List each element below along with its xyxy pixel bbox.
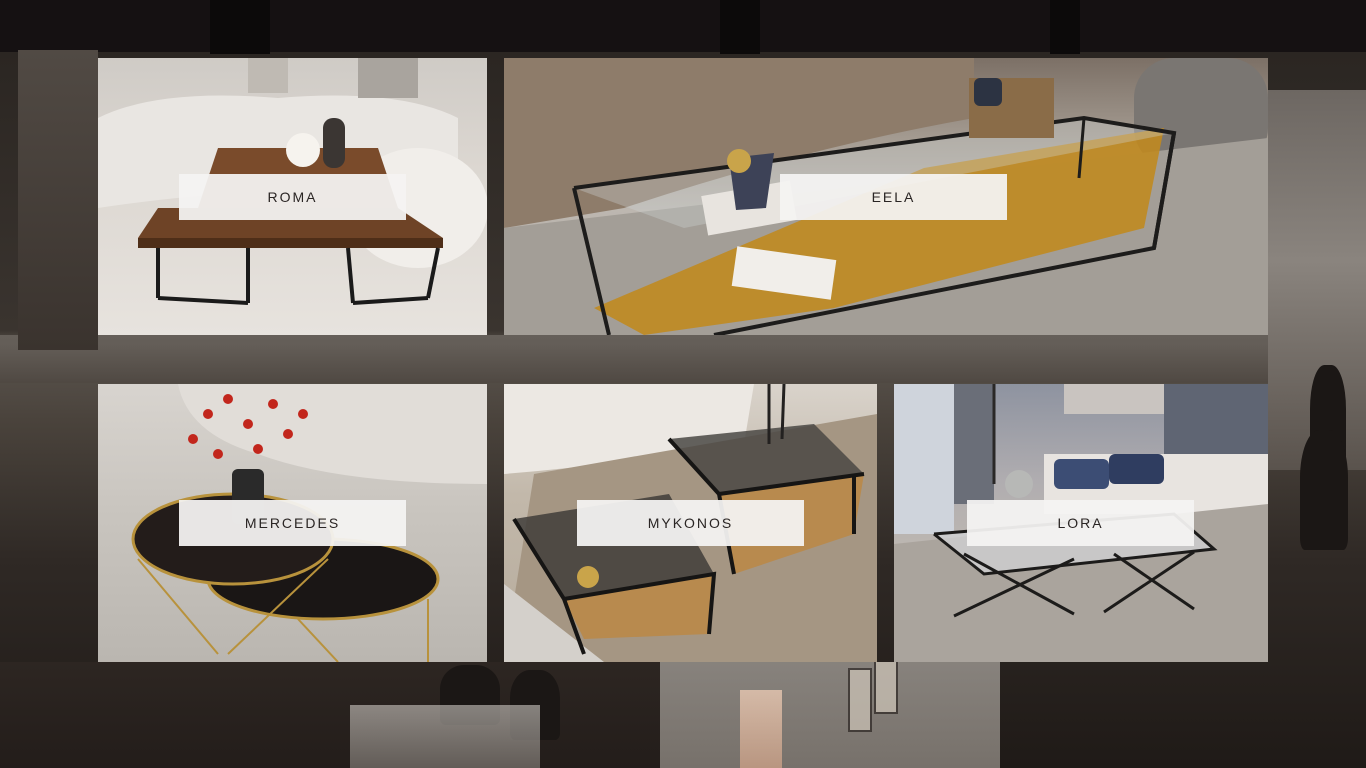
background-wall-left [18,50,98,350]
product-tile-mykonos[interactable]: MYKONOS [504,384,877,662]
background-beam [720,0,760,54]
background-display-table [350,705,540,768]
background-wall-bottom [660,662,1000,768]
product-label-mercedes: MERCEDES [179,500,406,546]
product-tile-mercedes[interactable]: MERCEDES [98,384,487,662]
background-band [0,335,1366,383]
product-label-eela: EELA [780,174,1007,220]
background-picture-frame [848,668,872,732]
product-tile-lora[interactable]: LORA [894,384,1268,662]
product-tile-eela[interactable]: EELA [504,58,1268,335]
product-tile-roma[interactable]: ROMA [98,58,487,335]
product-label-roma: ROMA [179,174,406,220]
background-artwork [740,690,782,768]
background-beam [1050,0,1080,54]
background-picture-frame [874,660,898,714]
background-person [1300,430,1348,550]
product-label-lora: LORA [967,500,1194,546]
background-beam [210,0,270,54]
product-label-mykonos: MYKONOS [577,500,804,546]
background-floor [0,662,660,768]
